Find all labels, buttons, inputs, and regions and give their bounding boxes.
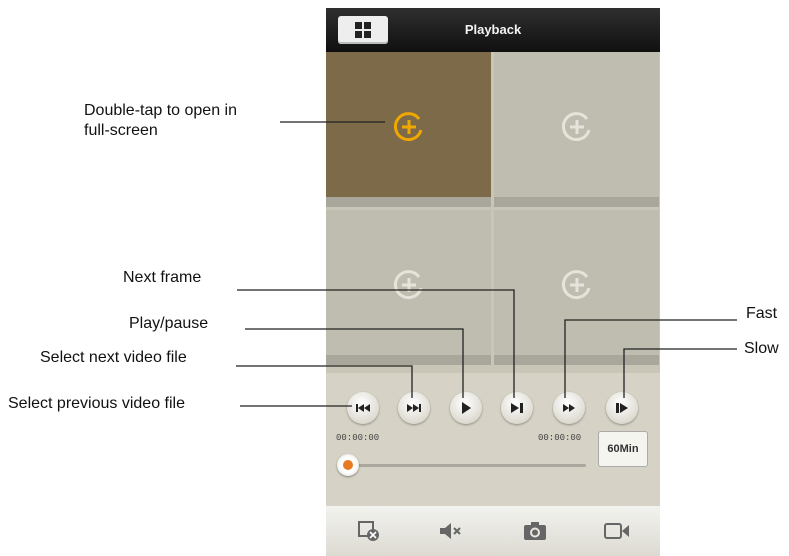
label-select-previous: Select previous video file [8,395,185,412]
label-play-pause: Play/pause [129,315,209,332]
label-slow: Slow [744,340,779,357]
leader-play-pause [245,328,464,398]
label-double-tap: Double-tap to open in full-screen [84,101,237,141]
leader-fast [564,319,737,398]
label-fast: Fast [746,305,778,322]
label-double-tap-line: Double-tap to open in full-screen [84,102,237,139]
leader-select-next [236,365,413,398]
label-select-next: Select next video file [40,349,187,366]
leader-slow [623,348,737,398]
callout-lines [236,121,737,407]
label-next-frame: Next frame [123,269,202,286]
leader-next-frame [237,289,515,398]
